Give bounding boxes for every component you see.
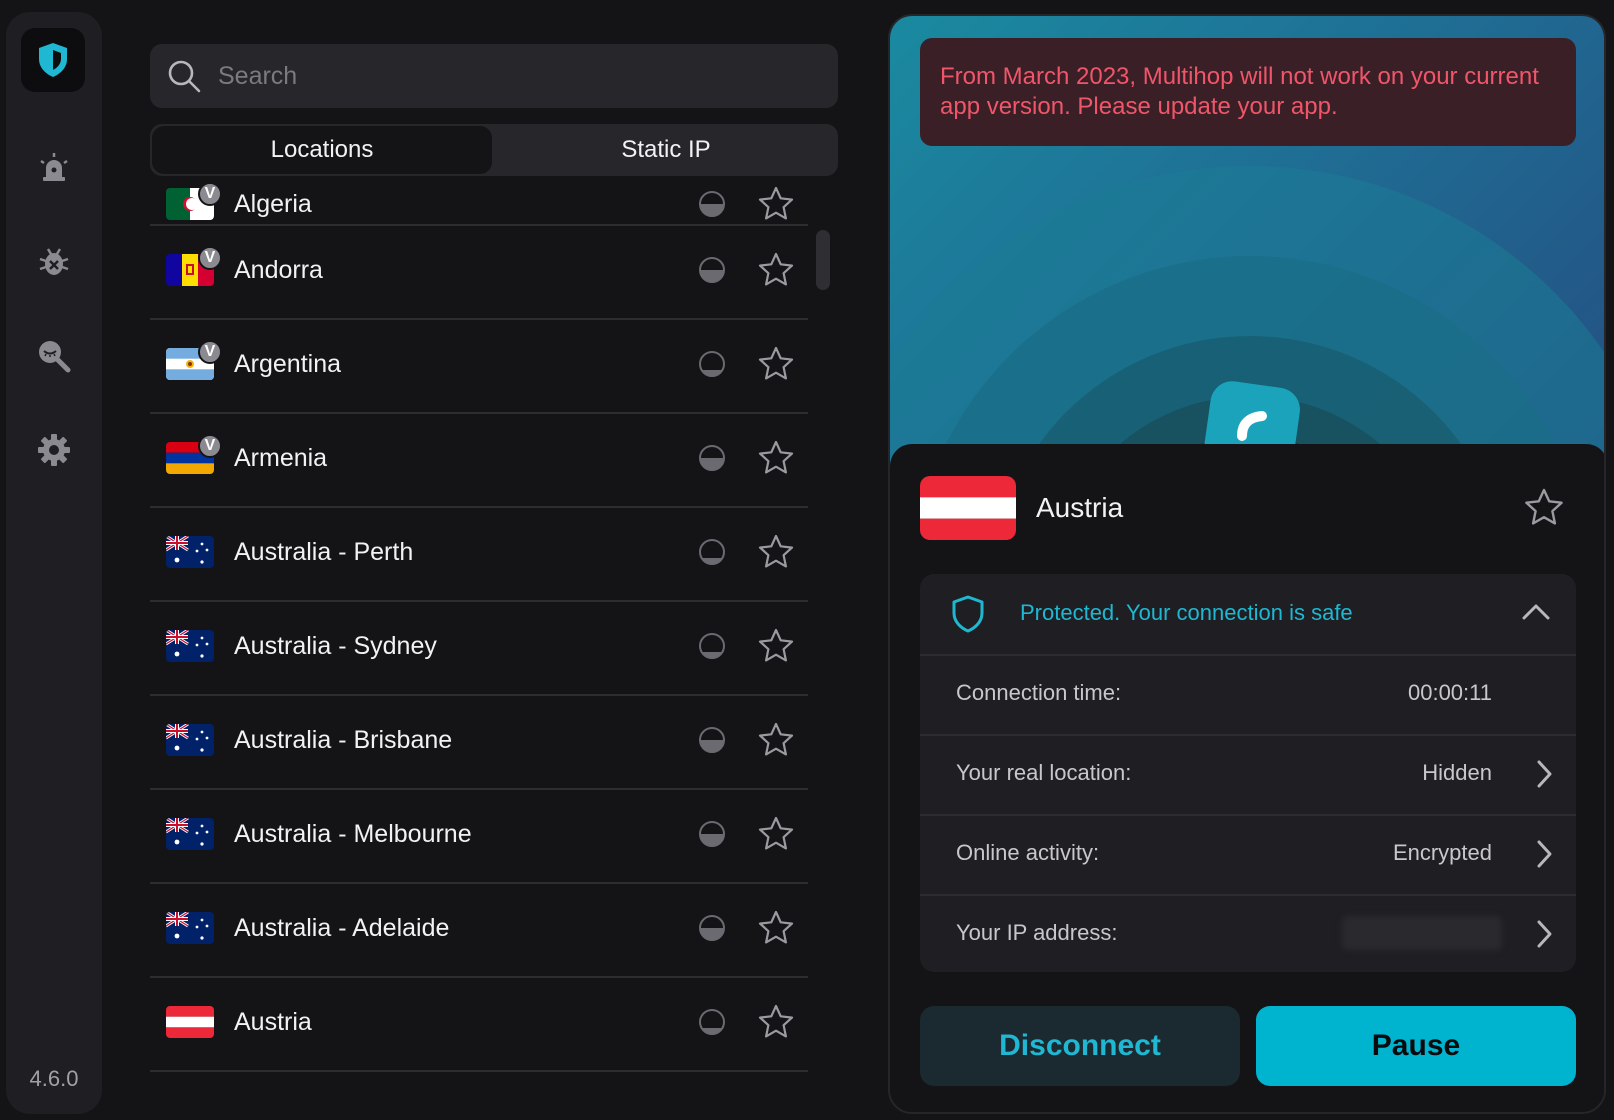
favorite-star-icon[interactable] xyxy=(756,250,796,290)
detail-value: 00:00:11 xyxy=(1407,680,1492,705)
shield-icon xyxy=(952,595,984,633)
favorite-star-icon[interactable] xyxy=(756,814,796,854)
chevron-up-icon[interactable] xyxy=(1520,600,1552,624)
favorite-star-icon[interactable] xyxy=(756,184,796,224)
list-item[interactable]: Australia - Perth xyxy=(150,506,808,602)
search-privacy-icon[interactable] xyxy=(34,336,74,376)
virtual-badge: V xyxy=(198,434,222,458)
connection-hero: From March 2023, Multihop will not work … xyxy=(890,16,1604,476)
connection-status-card: Protected. Your connection is safe Conne… xyxy=(920,574,1576,972)
detail-label: Your IP address: xyxy=(956,920,1118,945)
location-name: Argentina xyxy=(234,350,342,378)
server-load-icon xyxy=(699,727,725,753)
search-icon xyxy=(168,60,201,93)
flag-australia xyxy=(166,536,214,568)
server-load-icon xyxy=(699,633,725,659)
list-item[interactable]: V Andorra xyxy=(150,224,808,320)
favorite-star-icon[interactable] xyxy=(756,532,796,572)
connection-panel: From March 2023, Multihop will not work … xyxy=(888,14,1606,1114)
alert-icon[interactable] xyxy=(34,148,74,188)
server-load-icon xyxy=(699,1009,725,1035)
flag-australia xyxy=(166,912,214,944)
search-bar[interactable] xyxy=(150,44,838,108)
detail-label: Connection time: xyxy=(956,680,1122,705)
settings-icon[interactable] xyxy=(34,430,74,470)
protection-status: Protected. Your connection is safe xyxy=(1020,600,1353,625)
location-tabs: Locations Static IP xyxy=(150,124,838,176)
virtual-badge: V xyxy=(198,182,222,206)
server-load-icon xyxy=(699,915,725,941)
favorite-star-icon[interactable] xyxy=(756,438,796,478)
location-name: Australia - Adelaide xyxy=(234,914,450,942)
location-name: Andorra xyxy=(234,256,323,284)
shield-logo-icon xyxy=(39,43,67,77)
list-item[interactable]: Australia - Brisbane xyxy=(150,694,808,790)
location-name: Armenia xyxy=(234,444,328,472)
favorite-star-icon[interactable] xyxy=(756,1002,796,1042)
virtual-badge: V xyxy=(198,246,222,270)
server-load-icon xyxy=(699,351,725,377)
connection-sheet: Austria Protected. Your connection is sa… xyxy=(890,444,1604,1112)
sidebar: 4.6.0 xyxy=(6,12,102,1114)
detail-online-activity[interactable]: Online activity: Encrypted xyxy=(920,814,1576,896)
list-item[interactable]: V Algeria xyxy=(150,176,808,226)
favorite-star-icon[interactable] xyxy=(756,720,796,760)
list-item[interactable]: Australia - Melbourne xyxy=(150,788,808,884)
favorite-star-icon[interactable] xyxy=(1522,486,1566,530)
chevron-right-icon[interactable] xyxy=(1534,918,1554,950)
flag-austria xyxy=(920,476,1016,540)
favorite-star-icon[interactable] xyxy=(756,908,796,948)
list-item[interactable]: Australia - Adelaide xyxy=(150,882,808,978)
list-item[interactable]: V Armenia xyxy=(150,412,808,508)
favorite-star-icon[interactable] xyxy=(756,344,796,384)
detail-ip-address[interactable]: Your IP address: xyxy=(920,894,1576,974)
app-logo[interactable] xyxy=(21,28,85,92)
location-name: Algeria xyxy=(234,190,312,218)
list-item[interactable]: V Argentina xyxy=(150,318,808,414)
detail-label: Your real location: xyxy=(956,760,1132,785)
chevron-right-icon[interactable] xyxy=(1534,838,1554,870)
list-item[interactable]: Australia - Sydney xyxy=(150,600,808,696)
list-item[interactable]: Austria xyxy=(150,976,808,1072)
app-version: 4.6.0 xyxy=(29,1066,79,1091)
chevron-right-icon[interactable] xyxy=(1534,758,1554,790)
location-name: Australia - Brisbane xyxy=(234,726,453,754)
server-load-icon xyxy=(699,821,725,847)
detail-connection-time: Connection time: 00:00:11 xyxy=(920,654,1576,736)
virtual-badge: V xyxy=(198,340,222,364)
location-name: Australia - Sydney xyxy=(234,632,437,660)
flag-austria xyxy=(166,1006,214,1038)
server-load-icon xyxy=(699,539,725,565)
favorite-star-icon[interactable] xyxy=(756,626,796,666)
location-name: Australia - Melbourne xyxy=(234,820,472,848)
list-scrollbar[interactable] xyxy=(816,230,830,290)
search-input[interactable] xyxy=(216,60,780,92)
detail-value: Hidden xyxy=(1422,760,1492,785)
server-load-icon xyxy=(699,445,725,471)
connected-location-name: Austria xyxy=(1036,492,1124,523)
pause-button[interactable]: Pause xyxy=(1256,1006,1576,1086)
server-load-icon xyxy=(699,257,725,283)
update-warning-banner: From March 2023, Multihop will not work … xyxy=(920,38,1576,146)
detail-value: Encrypted xyxy=(1392,840,1492,865)
location-list: V Algeria V Andorra V Argentina V Armeni… xyxy=(150,176,810,1120)
flag-australia xyxy=(166,630,214,662)
blurred-ip-value xyxy=(1342,916,1502,950)
flag-australia xyxy=(166,724,214,756)
bug-icon[interactable] xyxy=(34,242,74,282)
location-name: Austria xyxy=(234,1008,312,1036)
flag-australia xyxy=(166,818,214,850)
disconnect-button[interactable]: Disconnect xyxy=(920,1006,1240,1086)
location-name: Australia - Perth xyxy=(234,538,414,566)
tab-locations[interactable]: Locations xyxy=(152,126,492,174)
detail-label: Online activity: xyxy=(956,840,1100,865)
status-header[interactable]: Protected. Your connection is safe xyxy=(920,574,1576,656)
server-load-icon xyxy=(699,191,725,217)
tab-static-ip[interactable]: Static IP xyxy=(496,126,836,174)
detail-real-location[interactable]: Your real location: Hidden xyxy=(920,734,1576,816)
